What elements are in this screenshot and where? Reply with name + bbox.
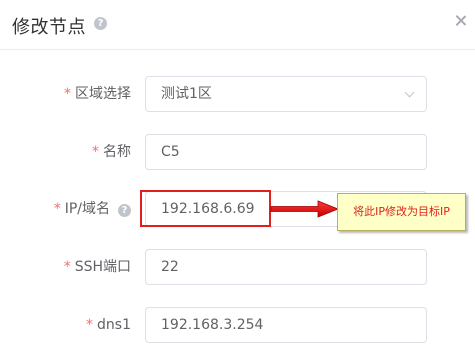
edit-node-dialog: 修改节点 ? * 区域选择 测试1区 * 名称 C5 * IP/域名? 192.168… <box>0 0 475 349</box>
arrow-right-icon <box>270 200 340 218</box>
annotation-callout: 将此IP修改为目标IP <box>337 193 466 231</box>
